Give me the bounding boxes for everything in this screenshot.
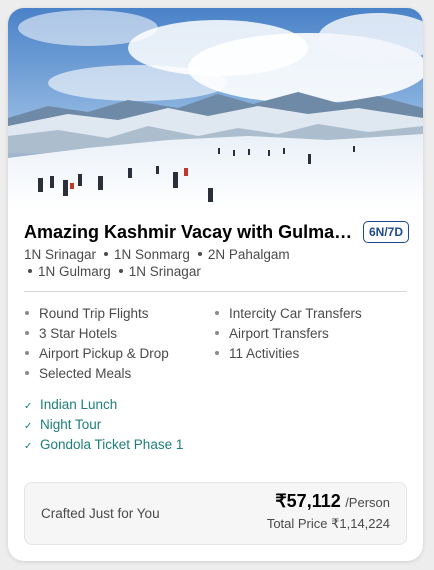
itinerary-line-2: 1N Gulmarg 1N Srinagar: [24, 263, 409, 280]
inclusion-item: Airport Pickup & Drop: [24, 344, 169, 364]
itinerary-stop: 1N Srinagar: [128, 264, 201, 279]
highlight-label: Gondola Ticket Phase 1: [40, 437, 184, 452]
inclusions-left: Round Trip Flights 3 Star Hotels Airport…: [24, 304, 169, 384]
inclusion-item: 11 Activities: [214, 344, 362, 364]
separator-dot: [104, 252, 109, 257]
highlight-item: ✓ Gondola Ticket Phase 1: [24, 435, 183, 455]
inclusion-item: Airport Transfers: [214, 324, 362, 344]
total-price: Total Price ₹1,14,224: [266, 516, 390, 531]
itinerary-line-1: 1N Srinagar 1N Sonmarg 2N Pahalgam: [24, 246, 409, 263]
bullet-icon: [215, 351, 219, 356]
itinerary-stop: 1N Sonmarg: [114, 247, 190, 262]
check-icon: ✓: [24, 441, 33, 452]
inclusion-label: Selected Meals: [39, 366, 132, 381]
bullet-icon: [25, 331, 29, 336]
bullet-icon: [215, 331, 219, 336]
itinerary-stop: 1N Gulmarg: [38, 264, 111, 279]
inclusion-item: 3 Star Hotels: [24, 324, 169, 344]
separator-dot: [118, 269, 123, 274]
inclusion-item: Selected Meals: [24, 364, 169, 384]
separator-dot: [28, 269, 32, 274]
highlight-label: Night Tour: [40, 417, 102, 432]
itinerary-stop: 2N Pahalgam: [207, 247, 290, 262]
inclusion-label: Round Trip Flights: [39, 306, 149, 321]
per-person-label: /Person: [345, 495, 390, 510]
itinerary: 1N Srinagar 1N Sonmarg 2N Pahalgam 1N Gulm…: [24, 246, 409, 280]
highlights-list: ✓ Indian Lunch ✓ Night Tour ✓ Gondola Ticke…: [24, 395, 183, 455]
bullet-icon: [25, 311, 29, 316]
package-title[interactable]: Amazing Kashmir Vacay with Gulmar…: [24, 222, 354, 243]
hero-image: [8, 8, 423, 209]
title-row: Amazing Kashmir Vacay with Gulmar… 6N/7D: [24, 221, 409, 247]
price-box[interactable]: Crafted Just for You ₹57,112 /Person Tot…: [24, 482, 407, 545]
bullet-icon: [215, 311, 219, 316]
highlight-item: ✓ Indian Lunch: [24, 395, 183, 415]
price-line: ₹57,112 /Person: [275, 491, 390, 512]
inclusion-label: Intercity Car Transfers: [229, 306, 362, 321]
crafted-label: Crafted Just for You: [41, 506, 160, 521]
price-per-person: ₹57,112: [275, 491, 341, 511]
itinerary-stop: 1N Srinagar: [24, 247, 97, 262]
bullet-icon: [25, 351, 29, 356]
inclusion-label: Airport Transfers: [229, 326, 329, 341]
highlight-label: Indian Lunch: [40, 397, 118, 412]
inclusion-label: 3 Star Hotels: [39, 326, 118, 341]
package-card[interactable]: Amazing Kashmir Vacay with Gulmar… 6N/7D…: [8, 8, 423, 561]
inclusion-label: Airport Pickup & Drop: [39, 346, 169, 361]
check-icon: ✓: [24, 401, 33, 412]
inclusion-item: Intercity Car Transfers: [214, 304, 362, 324]
divider: [24, 291, 407, 292]
inclusion-item: Round Trip Flights: [24, 304, 169, 324]
separator-dot: [197, 252, 202, 257]
bullet-icon: [25, 371, 29, 376]
highlight-item: ✓ Night Tour: [24, 415, 183, 435]
inclusion-label: 11 Activities: [229, 346, 300, 361]
duration-badge: 6N/7D: [362, 221, 409, 243]
inclusions-right: Intercity Car Transfers Airport Transfer…: [214, 304, 362, 364]
check-icon: ✓: [24, 421, 33, 432]
